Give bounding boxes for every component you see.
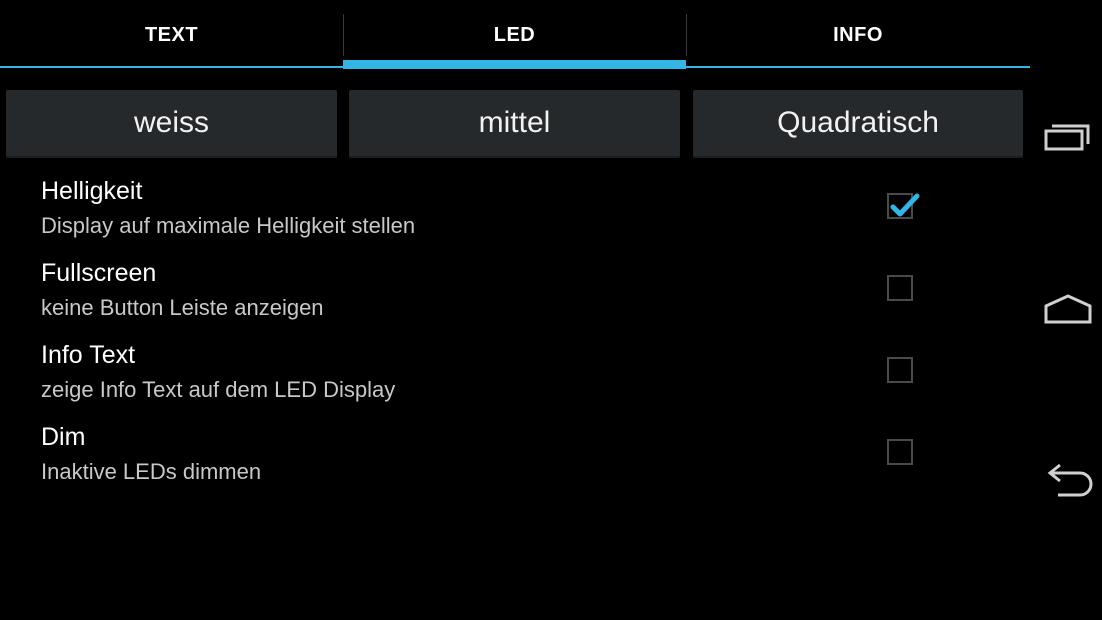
pref-brightness[interactable]: Helligkeit Display auf maximale Helligke… (0, 177, 1030, 257)
tab-text[interactable]: TEXT (0, 0, 343, 70)
pref-summary: zeige Info Text auf dem LED Display (41, 377, 396, 402)
led-options-row: weiss mittel Quadratisch (0, 90, 1030, 160)
tab-info-label: INFO (833, 24, 883, 46)
pref-title: Info Text (41, 341, 136, 369)
tab-led-label: LED (493, 24, 536, 46)
pref-summary: Inaktive LEDs dimmen (41, 459, 262, 484)
pref-title: Helligkeit (41, 177, 143, 205)
shape-button[interactable]: Quadratisch (693, 90, 1023, 158)
tab-info-underline (686, 66, 1030, 68)
tab-bar: TEXT LED INFO (0, 0, 1030, 70)
fullscreen-checkbox[interactable] (887, 275, 913, 301)
back-button[interactable] (1040, 456, 1096, 506)
tab-info[interactable]: INFO (686, 0, 1030, 70)
pref-dim[interactable]: Dim Inaktive LEDs dimmen (0, 423, 1030, 503)
tab-led[interactable]: LED (343, 0, 686, 70)
pref-title: Fullscreen (41, 259, 157, 287)
back-icon (1047, 463, 1093, 497)
pref-info-text[interactable]: Info Text zeige Info Text auf dem LED Di… (0, 341, 1030, 421)
navigation-bar (1030, 0, 1102, 620)
color-button[interactable]: weiss (6, 90, 337, 158)
pref-fullscreen[interactable]: Fullscreen keine Button Leiste anzeigen (0, 259, 1030, 339)
tab-text-underline (0, 66, 343, 68)
pref-title: Dim (41, 423, 86, 451)
tab-text-label: TEXT (144, 24, 199, 46)
pref-summary: keine Button Leiste anzeigen (41, 295, 324, 320)
home-icon (1044, 294, 1092, 324)
app-window: TEXT LED INFO weiss mittel Quadratisch H… (0, 0, 1030, 620)
brightness-checkbox[interactable] (887, 193, 920, 219)
tab-led-indicator (343, 60, 686, 69)
home-button[interactable] (1040, 284, 1096, 334)
recent-apps-button[interactable] (1040, 112, 1096, 162)
checkmark-icon (890, 193, 920, 217)
info-text-checkbox[interactable] (887, 357, 913, 383)
dim-checkbox[interactable] (887, 439, 913, 465)
recent-apps-icon (1044, 124, 1090, 151)
size-button[interactable]: mittel (349, 90, 680, 158)
pref-summary: Display auf maximale Helligkeit stellen (41, 213, 416, 238)
